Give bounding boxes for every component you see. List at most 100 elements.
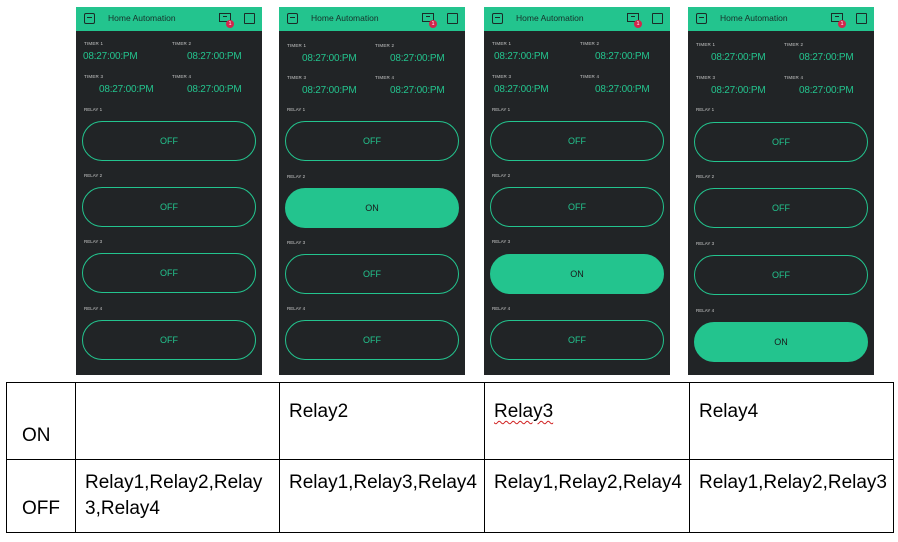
timer-label: TIMER 1 xyxy=(84,41,104,46)
relay-1-button[interactable]: OFF xyxy=(285,121,459,161)
square-icon[interactable] xyxy=(856,13,867,24)
timer-label: TIMER 1 xyxy=(492,41,512,46)
timer-label: TIMER 4 xyxy=(580,74,600,79)
timer-value: 08:27:00:PM xyxy=(187,84,242,95)
relay-state-table: ON Relay2 Relay3 Relay4 OFF Relay1,Relay… xyxy=(6,382,894,533)
relay-4-button[interactable]: OFF xyxy=(82,320,256,360)
table-row: ON Relay2 Relay3 Relay4 xyxy=(6,382,894,460)
relay-label: RELAY 3 xyxy=(696,241,715,246)
relay-label: RELAY 2 xyxy=(696,174,715,179)
relay-label: RELAY 3 xyxy=(492,239,511,244)
app-title: Home Automation xyxy=(108,13,176,23)
relay-2-button[interactable]: OFF xyxy=(490,187,664,227)
table-cell: Relay3 xyxy=(484,382,690,460)
row-header-on: ON xyxy=(22,425,51,446)
timer-label: TIMER 3 xyxy=(696,75,716,80)
cell-text: Relay1,Relay2,Relay3 xyxy=(699,472,887,493)
timer-value: 08:27:00:PM xyxy=(390,85,445,96)
table-cell: Relay1,Relay2,Relay3 xyxy=(689,459,894,533)
timer-value: 08:27:00:PM xyxy=(711,52,766,63)
timer-value: 08:27:00:PM xyxy=(799,52,854,63)
table-cell: Relay1,Relay2,Relay3,Relay4 xyxy=(75,459,280,533)
cell-text: Relay4 xyxy=(699,401,759,422)
relay-label: RELAY 2 xyxy=(287,174,306,179)
app-title: Home Automation xyxy=(516,13,584,23)
timer-label: TIMER 2 xyxy=(172,41,192,46)
relay-label: RELAY 3 xyxy=(287,240,306,245)
table-cell: Relay4 xyxy=(689,382,894,460)
row-header-cell: OFF xyxy=(6,459,76,533)
timer-value: 08:27:00:PM xyxy=(302,85,357,96)
timer-label: TIMER 4 xyxy=(784,75,804,80)
phone-screenshot-3: Home Automation 1 TIMER 1 08:27:00:PM TI… xyxy=(484,7,670,375)
app-header: Home Automation 1 xyxy=(688,7,874,31)
relay-3-button[interactable]: OFF xyxy=(694,255,868,295)
timer-label: TIMER 2 xyxy=(580,41,600,46)
exit-icon[interactable] xyxy=(287,13,298,24)
cell-text: Relay3 xyxy=(494,401,554,422)
phone-screenshot-4: Home Automation 1 TIMER 1 08:27:00:PM TI… xyxy=(688,7,874,375)
relay-2-button[interactable]: ON xyxy=(285,188,459,228)
relay-1-button[interactable]: OFF xyxy=(694,122,868,162)
timer-value: 08:27:00:PM xyxy=(302,53,357,64)
relay-3-button[interactable]: OFF xyxy=(285,254,459,294)
relay-2-button[interactable]: OFF xyxy=(694,188,868,228)
table-cell: Relay1,Relay2,Relay4 xyxy=(484,459,690,533)
relay-1-button[interactable]: OFF xyxy=(82,121,256,161)
table-cell: Relay1,Relay3,Relay4 xyxy=(279,459,485,533)
relay-3-button[interactable]: OFF xyxy=(82,253,256,293)
timer-label: TIMER 1 xyxy=(287,43,307,48)
cell-text: Relay1,Relay2,Relay4 xyxy=(494,472,682,493)
phone-screenshot-1: Home Automation 1 TIMER 1 08:27:00:PM TI… xyxy=(76,7,262,375)
timer-value: 08:27:00:PM xyxy=(187,51,242,62)
square-icon[interactable] xyxy=(447,13,458,24)
timer-value: 08:27:00:PM xyxy=(595,84,650,95)
relay-4-button[interactable]: ON xyxy=(694,322,868,362)
relay-label: RELAY 1 xyxy=(84,107,103,112)
timer-value: 08:27:00:PM xyxy=(494,84,549,95)
app-title: Home Automation xyxy=(720,13,788,23)
timer-label: TIMER 4 xyxy=(375,75,395,80)
relay-1-button[interactable]: OFF xyxy=(490,121,664,161)
row-header-cell: ON xyxy=(6,382,76,460)
timer-label: TIMER 4 xyxy=(172,74,192,79)
relay-label: RELAY 1 xyxy=(492,107,511,112)
timer-label: TIMER 3 xyxy=(84,74,104,79)
relay-label: RELAY 2 xyxy=(492,173,511,178)
phone-screenshot-2: Home Automation 1 TIMER 1 08:27:00:PM TI… xyxy=(279,7,465,375)
notification-badge: 1 xyxy=(838,20,846,28)
timer-label: TIMER 3 xyxy=(287,75,307,80)
table-row: OFF Relay1,Relay2,Relay3,Relay4 Relay1,R… xyxy=(6,459,894,533)
exit-icon[interactable] xyxy=(696,13,707,24)
square-icon[interactable] xyxy=(244,13,255,24)
relay-label: RELAY 2 xyxy=(84,173,103,178)
relay-3-button[interactable]: ON xyxy=(490,254,664,294)
app-title: Home Automation xyxy=(311,13,379,23)
timer-label: TIMER 2 xyxy=(784,42,804,47)
cell-text: Relay1,Relay2,Relay3,Relay4 xyxy=(85,472,263,519)
relay-label: RELAY 4 xyxy=(492,306,511,311)
timer-label: TIMER 3 xyxy=(492,74,512,79)
square-icon[interactable] xyxy=(652,13,663,24)
exit-icon[interactable] xyxy=(492,13,503,24)
timer-label: TIMER 1 xyxy=(696,42,716,47)
cell-text: Relay1,Relay3,Relay4 xyxy=(289,472,477,493)
relay-4-button[interactable]: OFF xyxy=(490,320,664,360)
exit-icon[interactable] xyxy=(84,13,95,24)
relay-label: RELAY 4 xyxy=(696,308,715,313)
relay-label: RELAY 4 xyxy=(84,306,103,311)
timer-label: TIMER 2 xyxy=(375,43,395,48)
relay-4-button[interactable]: OFF xyxy=(285,320,459,360)
app-header: Home Automation 1 xyxy=(279,7,465,31)
table-cell xyxy=(75,382,280,460)
row-header-off: OFF xyxy=(22,498,60,519)
relay-label: RELAY 1 xyxy=(287,107,306,112)
app-header: Home Automation 1 xyxy=(76,7,262,31)
relay-2-button[interactable]: OFF xyxy=(82,187,256,227)
notification-badge: 1 xyxy=(429,20,437,28)
timer-value: 08:27:00:PM xyxy=(99,84,154,95)
timer-value: 08:27:00:PM xyxy=(595,51,650,62)
timer-value: 08:27:00:PM xyxy=(494,51,549,62)
timer-value: 08:27:00:PM xyxy=(83,51,138,62)
relay-label: RELAY 3 xyxy=(84,239,103,244)
